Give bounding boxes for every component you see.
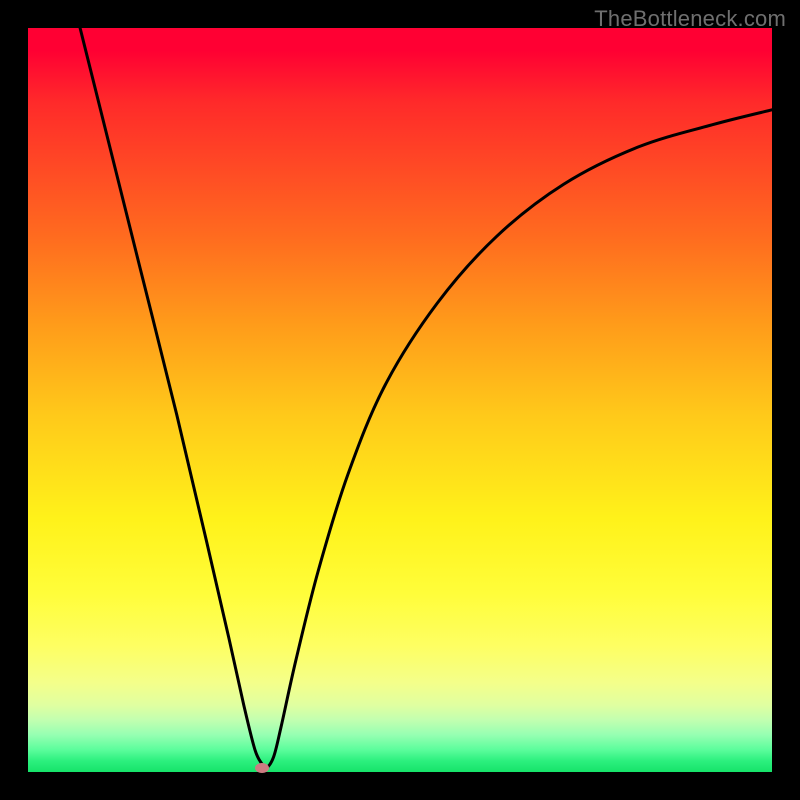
chart-curve-svg xyxy=(28,28,772,772)
chart-minimum-marker xyxy=(255,763,269,773)
chart-frame xyxy=(28,28,772,772)
chart-plot-area xyxy=(28,28,772,772)
watermark-text: TheBottleneck.com xyxy=(594,6,786,32)
chart-curve-path xyxy=(80,28,772,769)
